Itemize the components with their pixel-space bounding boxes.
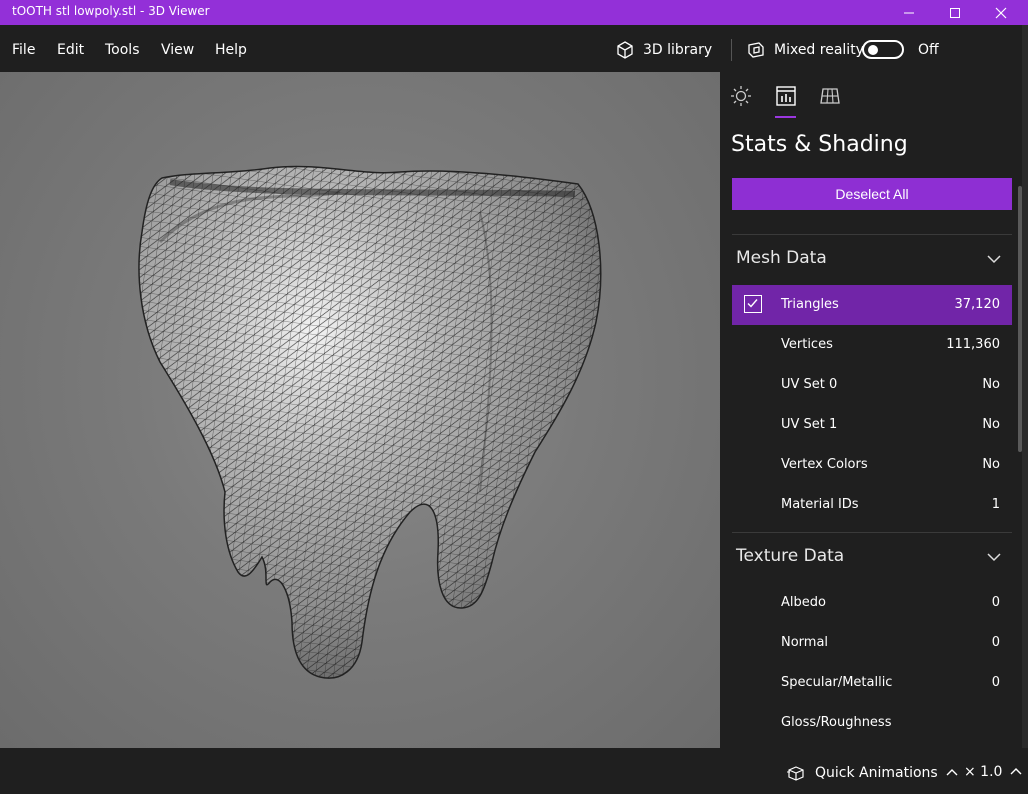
mesh-row-triangles[interactable]: Triangles 37,120 bbox=[732, 285, 1012, 325]
row-label: Specular/Metallic bbox=[781, 675, 893, 690]
mesh-data-header[interactable]: Mesh Data bbox=[736, 248, 827, 268]
3d-library-label: 3D library bbox=[643, 42, 713, 58]
quick-animations-label: Quick Animations bbox=[815, 765, 938, 781]
mesh-row-uv-set-1[interactable]: UV Set 1 No bbox=[732, 405, 1012, 445]
toolbar-divider bbox=[731, 39, 732, 61]
animation-icon bbox=[787, 766, 804, 781]
texture-row-gloss-roughness[interactable]: Gloss/Roughness bbox=[732, 703, 1012, 743]
close-button[interactable] bbox=[978, 0, 1024, 25]
3d-viewport[interactable] bbox=[0, 72, 720, 748]
chevron-down-icon[interactable] bbox=[986, 252, 1002, 266]
row-label: Triangles bbox=[781, 297, 839, 312]
row-label: Vertices bbox=[781, 337, 833, 352]
row-value: 37,120 bbox=[954, 297, 1001, 312]
menu-edit[interactable]: Edit bbox=[57, 42, 84, 58]
minimize-button[interactable] bbox=[886, 0, 932, 25]
texture-data-header[interactable]: Texture Data bbox=[736, 546, 844, 566]
playback-speed-button[interactable]: × 1.0 bbox=[964, 764, 1024, 780]
row-value: No bbox=[982, 417, 1000, 432]
row-value: 1 bbox=[991, 497, 1000, 512]
mixed-reality-button[interactable]: Mixed reality bbox=[746, 40, 864, 60]
row-label: Albedo bbox=[781, 595, 826, 610]
row-label: Gloss/Roughness bbox=[781, 715, 892, 730]
tab-stats-shading[interactable] bbox=[774, 84, 798, 108]
mixed-reality-toggle[interactable] bbox=[862, 40, 904, 59]
minimize-icon bbox=[904, 12, 914, 13]
row-value: 111,360 bbox=[946, 337, 1000, 352]
row-value: No bbox=[982, 457, 1000, 472]
background-window-edge bbox=[1022, 25, 1028, 748]
menu-tools[interactable]: Tools bbox=[105, 42, 140, 58]
sun-icon bbox=[731, 86, 751, 106]
divider bbox=[732, 234, 1012, 235]
menu-help[interactable]: Help bbox=[215, 42, 247, 58]
toggle-state-label: Off bbox=[918, 42, 939, 58]
mixed-reality-label: Mixed reality bbox=[774, 42, 864, 58]
texture-row-specular-metallic[interactable]: Specular/Metallic 0 bbox=[732, 663, 1012, 703]
row-value: 0 bbox=[991, 595, 1000, 610]
maximize-button[interactable] bbox=[932, 0, 978, 25]
tooth-model[interactable] bbox=[0, 72, 720, 748]
row-label: UV Set 1 bbox=[781, 417, 838, 432]
mesh-row-uv-set-0[interactable]: UV Set 0 No bbox=[732, 365, 1012, 405]
triangles-checkbox[interactable] bbox=[744, 295, 762, 313]
row-label: Vertex Colors bbox=[781, 457, 868, 472]
stats-icon bbox=[776, 86, 796, 106]
panel-title: Stats & Shading bbox=[731, 132, 908, 157]
toggle-knob bbox=[868, 45, 878, 55]
row-label: Normal bbox=[781, 635, 829, 650]
row-label: UV Set 0 bbox=[781, 377, 838, 392]
texture-row-albedo[interactable]: Albedo 0 bbox=[732, 583, 1012, 623]
maximize-icon bbox=[950, 7, 960, 18]
grid-icon bbox=[820, 88, 840, 104]
row-value: 0 bbox=[991, 635, 1000, 650]
quick-animations-button[interactable]: Quick Animations bbox=[787, 764, 968, 782]
tab-grid[interactable] bbox=[818, 84, 842, 108]
mesh-row-vertex-colors[interactable]: Vertex Colors No bbox=[732, 445, 1012, 485]
deselect-all-button[interactable]: Deselect All bbox=[732, 178, 1012, 210]
mesh-row-vertices[interactable]: Vertices 111,360 bbox=[732, 325, 1012, 365]
row-value: 0 bbox=[991, 675, 1000, 690]
chevron-up-icon bbox=[1010, 768, 1022, 775]
close-icon bbox=[995, 7, 1007, 18]
chevron-up-icon bbox=[946, 769, 958, 776]
mesh-row-material-ids[interactable]: Material IDs 1 bbox=[732, 485, 1012, 525]
menu-view[interactable]: View bbox=[161, 42, 194, 58]
row-label: Material IDs bbox=[781, 497, 859, 512]
menu-file[interactable]: File bbox=[12, 42, 35, 58]
window-title: tOOTH stl lowpoly.stl - 3D Viewer bbox=[12, 4, 210, 18]
mixed-reality-icon bbox=[748, 42, 764, 58]
row-value: No bbox=[982, 377, 1000, 392]
divider bbox=[732, 532, 1012, 533]
menu-bar: File Edit Tools View Help 3D library Mix… bbox=[0, 25, 1028, 72]
texture-row-normal[interactable]: Normal 0 bbox=[732, 623, 1012, 663]
cube-icon bbox=[617, 41, 633, 59]
title-bar: tOOTH stl lowpoly.stl - 3D Viewer bbox=[0, 0, 1028, 25]
3d-library-button[interactable]: 3D library bbox=[615, 40, 712, 60]
checkmark-icon bbox=[747, 299, 758, 308]
playback-speed-label: × 1.0 bbox=[964, 764, 1003, 780]
tab-lighting[interactable] bbox=[729, 84, 753, 108]
active-tab-indicator bbox=[775, 116, 796, 118]
chevron-down-icon[interactable] bbox=[986, 550, 1002, 564]
